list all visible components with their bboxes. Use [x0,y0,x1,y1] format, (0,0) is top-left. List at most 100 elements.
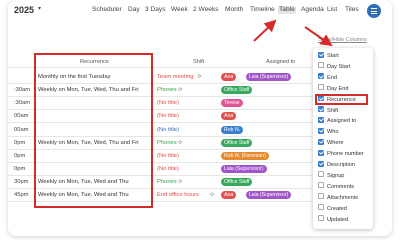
view-3-days[interactable]: 3 Days [145,6,166,14]
row-shift[interactable]: Phones [157,139,177,147]
view-scheduler[interactable]: Scheduler [92,6,122,14]
row-shift[interactable]: (No title) [157,165,179,173]
view-day[interactable]: Day [128,6,140,14]
view-table[interactable]: Table [278,6,296,14]
row-time: 0pm [14,153,26,159]
checkbox-icon[interactable] [318,204,324,211]
view-agenda[interactable]: Agenda [301,6,324,14]
row-time: 0pm [14,140,26,146]
checkbox-icon[interactable] [318,149,324,156]
checkbox-icon[interactable] [318,62,324,69]
hamburger-menu-icon[interactable] [367,4,381,18]
checkbox-icon[interactable] [318,160,324,167]
row-shift[interactable]: (No title) [157,126,179,134]
column-option[interactable]: End [318,73,337,83]
column-option-label: Day Start [327,63,351,70]
row-time: 30pm [14,179,29,185]
column-header-shift[interactable]: Shift [193,59,204,65]
row-shift[interactable]: Team meeting [157,73,193,81]
column-option-label: Created [327,205,347,212]
column-option[interactable]: Updated [318,215,349,225]
row-time: 00am [14,127,29,133]
row-shift[interactable]: (No title) [157,99,179,107]
column-option-label: Signup [327,172,345,179]
repeat-icon: ⟳ [178,87,183,93]
checkbox-icon[interactable] [318,51,324,58]
checkbox-icon[interactable] [318,182,324,189]
checkbox-icon[interactable] [318,138,324,145]
assignee-badge[interactable]: Laia (Supervisor) [245,73,292,81]
column-header-assigned-to[interactable]: Assigned to [266,59,295,65]
assignee-badge[interactable]: Office Staff [221,86,253,94]
column-option-label: Attachments [327,194,359,201]
column-option-label: Start [327,53,339,59]
show-hide-columns-link[interactable]: Show/Hide Columns [318,37,367,43]
row-shift[interactable]: Phones [157,86,177,94]
column-option-label: Who [327,129,339,136]
row-shift[interactable]: End office hours [157,191,199,199]
column-option[interactable]: Phone number [318,149,364,159]
view-tiles[interactable]: Tiles [345,6,359,14]
column-option[interactable]: Shift [318,106,339,116]
assignee-badge[interactable]: Rob N. (Foreman) [221,152,269,160]
column-option[interactable]: Assigned to [318,116,356,126]
view-week[interactable]: Week [171,6,188,14]
checkbox-icon[interactable] [318,84,324,91]
row-shift[interactable]: Phones [157,178,177,186]
view-2-weeks[interactable]: 2 Weeks [193,6,219,14]
checkbox-icon[interactable] [318,106,324,113]
column-option-label: Description [327,162,355,168]
column-option[interactable]: Start [318,51,339,61]
row-shift[interactable]: (No title) [157,152,179,160]
column-option[interactable]: Who [318,127,339,137]
assignee-badge[interactable]: Laia (Supervisor) [221,165,267,173]
checkbox-icon[interactable] [318,127,324,134]
row-time: :30am [14,100,31,106]
row-time: :30am [14,87,31,93]
row-time: 45pm [14,192,29,198]
repeat-icon: ⟳ [178,179,183,185]
checkbox-icon[interactable] [318,215,324,222]
column-option[interactable]: Created [318,204,347,214]
assignee-badge[interactable]: Rob N. [221,126,244,134]
top-bar: 2025 ▾ Scheduler Day 3 Days Week 2 Weeks… [0,0,400,22]
assignee-badge[interactable]: Terese [221,99,243,107]
chevron-down-icon[interactable]: ▾ [38,6,45,13]
column-option[interactable]: Day End [318,84,349,94]
view-month[interactable]: Month [225,6,243,14]
checkbox-icon[interactable] [318,171,324,178]
column-option[interactable]: Signup [318,171,345,181]
column-option[interactable]: Attachments [318,193,359,203]
column-option[interactable]: Day Start [318,62,351,72]
checkbox-icon[interactable] [318,73,324,80]
repeat-icon: ⟳ [178,140,183,146]
column-option-label: End [327,74,337,81]
row-shift[interactable]: (No title) [157,112,179,120]
app-window: 2025 ▾ Scheduler Day 3 Days Week 2 Weeks… [0,0,400,250]
checkbox-icon[interactable] [318,193,324,200]
view-list[interactable]: List [327,6,337,14]
column-option[interactable]: Where [318,138,344,148]
assignee-badge[interactable]: Laia (Supervisor) [245,191,292,199]
column-option[interactable]: Comments [318,182,355,192]
column-option-label: Comments [327,183,355,190]
repeat-icon: ⟳ [197,74,202,80]
assignee-badge[interactable]: Office Staff [221,178,253,186]
assignee-badge[interactable]: Office Staff [221,139,253,147]
assignee-badge[interactable]: Ana [221,191,237,199]
column-option[interactable]: Description [318,160,355,170]
column-option-label: Day End [327,85,349,92]
view-timeline[interactable]: Timeline [250,6,275,14]
year-selector[interactable]: 2025 [14,5,34,15]
column-option-label: Updated [327,216,349,223]
repeat-icon: ⟳ [210,192,215,198]
column-option-label: Where [327,140,344,147]
row-time: 00am [14,113,29,119]
column-option-label: Phone number [327,151,364,158]
assignee-badge[interactable]: Ana [221,73,237,81]
column-option-label: Shift [327,107,339,114]
recurrence-option-highlight [315,94,368,105]
checkbox-icon[interactable] [318,116,324,123]
assignee-badge[interactable]: Ana [221,112,237,120]
row-time: 0pm [14,166,26,172]
